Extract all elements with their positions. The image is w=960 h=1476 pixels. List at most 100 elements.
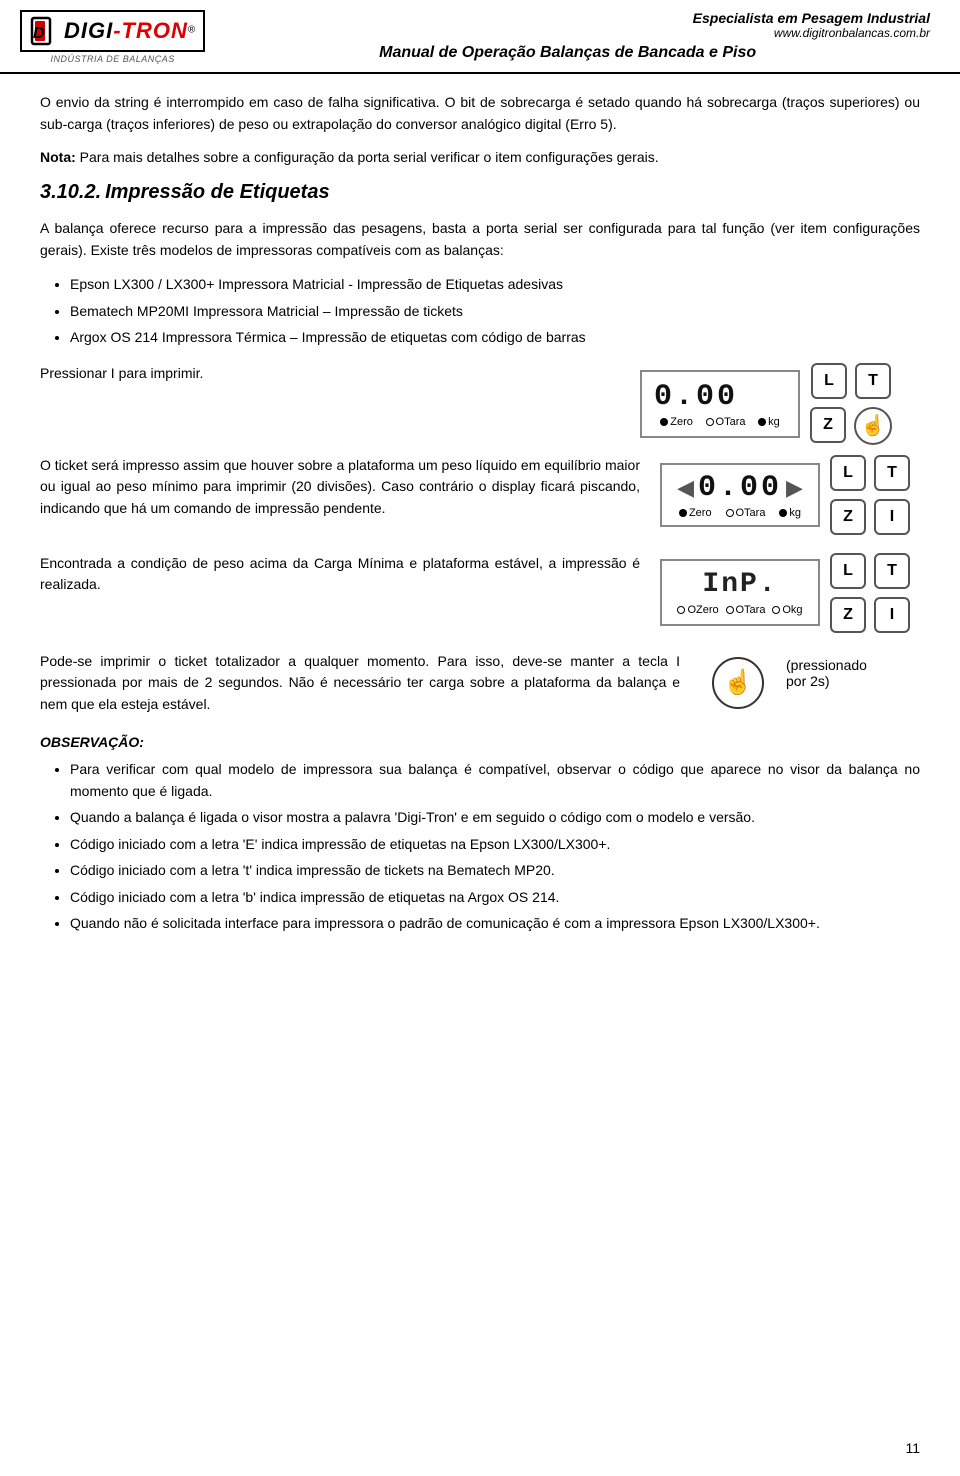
pode-text: Pode-se imprimir o ticket totalizador a … — [40, 651, 700, 716]
side-btn-row-5: L T — [830, 553, 910, 589]
header-manual: Manual de Operação Balanças de Bancada e… — [205, 44, 930, 62]
i-btn-circle[interactable]: ☝ — [712, 657, 764, 709]
lcd-label-tara: OTara — [706, 416, 746, 428]
logo-reg: ® — [188, 24, 195, 35]
logo-text: DIGI-TRON® — [64, 18, 195, 44]
list-item: Epson LX300 / LX300+ Impressora Matricia… — [70, 273, 920, 295]
btn-I-2[interactable]: I — [874, 499, 910, 535]
obs-item: Quando não é solicitada interface para i… — [70, 912, 920, 934]
page-number: 11 — [905, 1440, 920, 1456]
logo-tron: -TRON — [113, 18, 188, 43]
label-tara: OTara — [716, 416, 746, 428]
btn-T[interactable]: T — [855, 363, 891, 399]
lcd-labels-3: OZero OTara Okg — [674, 604, 806, 616]
section-heading: 3.10.2. Impressão de Etiquetas — [40, 181, 920, 204]
btn-L-2[interactable]: L — [830, 455, 866, 491]
page: D DIGI-TRON® INDÚSTRIA DE BALANÇAS Espec… — [0, 0, 960, 1476]
dot-tara-3 — [726, 606, 734, 614]
dot-zero-3 — [677, 606, 685, 614]
side-btn-row-6: Z I — [830, 597, 910, 633]
btn-Z-3[interactable]: Z — [830, 597, 866, 633]
side-buttons-1: L T Z ☝ — [810, 363, 892, 445]
pode-img-col: ☝ (pressionado por 2s) — [700, 651, 920, 709]
btn-T-3[interactable]: T — [874, 553, 910, 589]
para1: O envio da string é interrompido em caso… — [40, 92, 920, 135]
obs-item: Código iniciado com a letra 'E' indica i… — [70, 833, 920, 855]
lcd-label-tara-3: OTara — [726, 604, 766, 616]
label-zero-2: Zero — [689, 507, 712, 519]
pressionar-row: Pressionar I para imprimir. 0.00 Zero OT… — [40, 363, 920, 445]
found-text: Encontrada a condição de peso acima da C… — [40, 553, 660, 596]
dot-zero-2 — [679, 509, 687, 517]
label-tara-3: OTara — [736, 604, 766, 616]
side-buttons-2: L T Z I — [830, 455, 910, 535]
btn-Z[interactable]: Z — [810, 407, 846, 443]
header: D DIGI-TRON® INDÚSTRIA DE BALANÇAS Espec… — [0, 0, 960, 74]
lcd-digits-1: 0.00 — [654, 380, 738, 414]
label-kg-3: Okg — [782, 604, 802, 616]
lcd-label-zero-2: Zero — [679, 507, 712, 519]
btn-Z-2[interactable]: Z — [830, 499, 866, 535]
label-kg-2: kg — [789, 507, 801, 519]
lcd-label-zero: Zero — [660, 416, 693, 428]
pressionado-label: (pressionado — [786, 657, 867, 673]
obs-item: Código iniciado com a letra 't' indica i… — [70, 859, 920, 881]
logo-digi: DIGI — [64, 18, 113, 43]
nota-label: Nota: — [40, 149, 76, 165]
btn-L-3[interactable]: L — [830, 553, 866, 589]
ticket-text: O ticket será impresso assim que houver … — [40, 455, 660, 520]
lcd-label-kg: kg — [758, 416, 780, 428]
lcd-display-1: 0.00 Zero OTara kg — [640, 370, 800, 438]
dot-kg-3 — [772, 606, 780, 614]
printers-list: Epson LX300 / LX300+ Impressora Matricia… — [70, 273, 920, 348]
lcd-display-2: ◀ 0.00 ▶ Zero OTara — [660, 463, 820, 527]
arrow-right: ▶ — [786, 475, 803, 501]
nota: Nota: Para mais detalhes sobre a configu… — [40, 147, 920, 169]
side-buttons-3: L T Z I — [830, 553, 910, 633]
btn-L[interactable]: L — [811, 363, 847, 399]
nota-text: Para mais detalhes sobre a configuração … — [76, 149, 659, 165]
pressed-label-col: (pressionado por 2s) — [786, 657, 867, 689]
lcd-label-kg-3: Okg — [772, 604, 802, 616]
header-right: Especialista em Pesagem Industrial www.d… — [205, 10, 930, 62]
display-image-3: InP. OZero OTara Okg — [660, 553, 920, 633]
svg-text:D: D — [33, 25, 45, 42]
btn-I-hand[interactable]: ☝ — [854, 407, 892, 445]
section-title: Impressão de Etiquetas — [105, 181, 330, 203]
dot-tara-2 — [726, 509, 734, 517]
obs-title: OBSERVAÇÃO: — [40, 734, 920, 750]
i-btn-pressed: ☝ — [712, 657, 764, 709]
logo-subtitle: INDÚSTRIA DE BALANÇAS — [20, 54, 205, 64]
lcd-labels-2: Zero OTara kg — [672, 507, 808, 519]
lcd-label-kg-2: kg — [779, 507, 801, 519]
obs-list: Para verificar com qual modelo de impres… — [70, 758, 920, 935]
logo-icon: D — [30, 16, 58, 46]
arrow-left: ◀ — [677, 475, 694, 501]
found-display-row: Encontrada a condição de peso acima da C… — [40, 553, 920, 633]
lcd-digits-2: 0.00 — [698, 471, 782, 505]
btn-I-3[interactable]: I — [874, 597, 910, 633]
i-btn-label: ☝ — [723, 668, 753, 697]
list-item: Bematech MP20MI Impressora Matricial – I… — [70, 300, 920, 322]
label-zero-3: OZero — [687, 604, 718, 616]
section-num: 3.10.2. — [40, 181, 101, 203]
side-btn-row-2: Z ☝ — [810, 407, 892, 445]
dot-tara — [706, 418, 714, 426]
pressionar-label: Pressionar I para imprimir. — [40, 363, 640, 385]
side-btn-row-1: L T — [811, 363, 891, 399]
para2: A balança oferece recurso para a impress… — [40, 218, 920, 261]
obs-item: Quando a balança é ligada o visor mostra… — [70, 806, 920, 828]
side-btn-row-3: L T — [830, 455, 910, 491]
obs-item: Código iniciado com a letra 'b' indica i… — [70, 886, 920, 908]
content-area: O envio da string é interrompido em caso… — [0, 74, 960, 988]
label-tara-2: OTara — [736, 507, 766, 519]
lcd-label-zero-3: OZero — [677, 604, 718, 616]
pode-row: Pode-se imprimir o ticket totalizador a … — [40, 651, 920, 716]
pressionar-text-col: Pressionar I para imprimir. — [40, 363, 640, 385]
pressionar-display: 0.00 Zero OTara kg — [640, 363, 920, 445]
dot-kg-2 — [779, 509, 787, 517]
btn-T-2[interactable]: T — [874, 455, 910, 491]
obs-item: Para verificar com qual modelo de impres… — [70, 758, 920, 803]
dot-zero — [660, 418, 668, 426]
label-kg: kg — [768, 416, 780, 428]
